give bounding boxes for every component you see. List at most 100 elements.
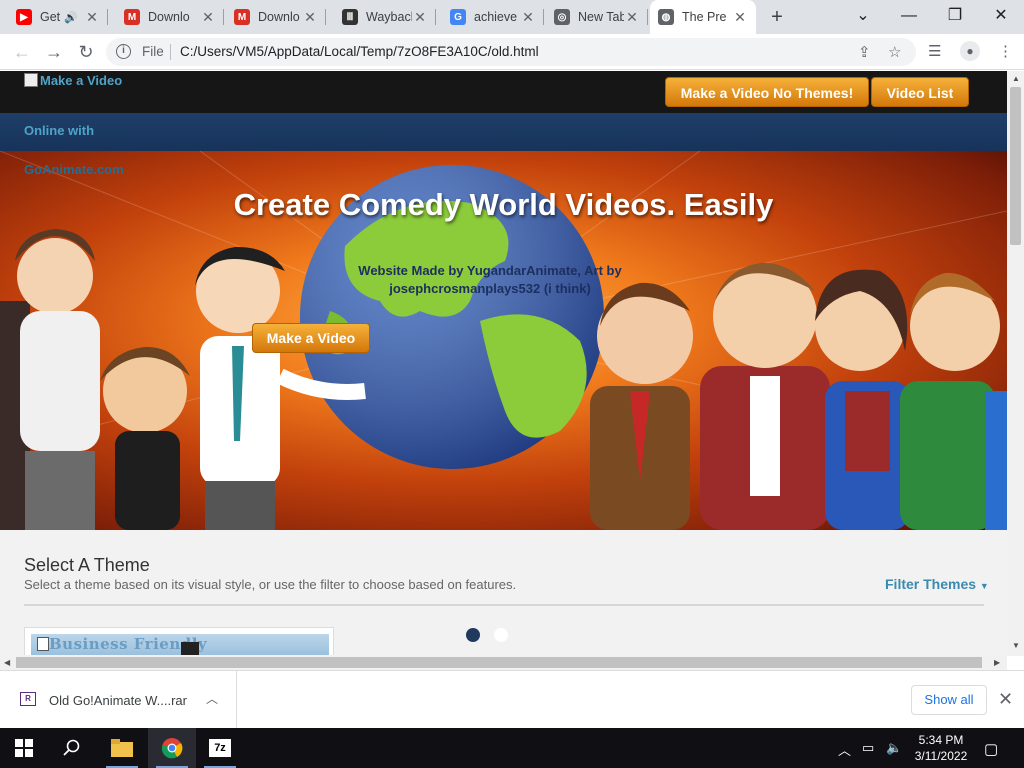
close-tab-icon[interactable]: ✕ [520,9,536,25]
url-text[interactable]: C:/Users/VM5/AppData/Local/Temp/7zO8FE3A… [180,44,539,59]
document-icon [37,637,49,651]
system-clock[interactable]: 5:34 PM 3/11/2022 [910,732,972,764]
browser-tab[interactable]: ◎ New Tab ✕ [546,0,648,34]
close-tab-icon[interactable]: ✕ [624,9,640,25]
close-tab-icon[interactable]: ✕ [302,9,318,25]
close-tab-icon[interactable]: ✕ [84,9,100,25]
site-logo[interactable]: Make a Video [24,73,122,88]
restore-button[interactable]: ❐ [932,0,978,34]
new-tab-button[interactable]: + [766,6,788,28]
page-viewport: Make a Video Make a Video No Themes! Vid… [0,71,1007,656]
browser-tab[interactable]: ◍ The Pre ✕ [650,0,756,34]
tab-title: Downlo [258,10,300,24]
tray-chevron-up-icon[interactable]: ︿ [838,740,851,759]
close-tab-icon[interactable]: ✕ [732,9,748,25]
back-button[interactable]: ← [10,40,34,64]
filter-label: Filter Themes [885,576,977,592]
speaker-icon[interactable]: 🔊 [64,11,78,24]
gmail-icon: M [234,9,250,25]
rar-file-icon: R [20,692,36,706]
scroll-up-arrow-icon[interactable]: ▲ [1012,74,1020,83]
show-all-button[interactable]: Show all [911,685,987,715]
search-button[interactable] [48,728,96,768]
address-bar[interactable]: i File C:/Users/VM5/AppData/Local/Temp/7… [106,38,916,66]
download-shelf: R Old Go!Animate W....rar ︿ Show all ✕ [0,670,1024,728]
tab-search-icon[interactable]: ⌄ [840,0,886,34]
download-file-name: Old Go!Animate W....rar [49,693,187,708]
notification-icon[interactable]: ▢ [984,740,998,758]
vertical-scroll-thumb[interactable] [1010,87,1021,245]
gmail-icon: M [124,9,140,25]
horizontal-scroll-thumb[interactable] [16,657,982,668]
theme-section: Select A Theme Select a theme based on i… [0,530,1007,656]
browser-toolbar: ← → ↻ i File C:/Users/VM5/AppData/Local/… [0,34,1024,70]
archive-icon: Ⅲ [342,9,358,25]
omnibox-divider [170,44,171,60]
carousel-dot-2[interactable] [494,628,508,642]
profile-avatar-icon[interactable]: ● [960,41,980,61]
tab-title: New Tab [578,10,624,24]
scroll-right-arrow-icon[interactable]: ▶ [994,658,1000,667]
network-icon[interactable]: ▭ [862,740,874,756]
logo-alt-text: Make a Video [40,73,123,88]
video-list-button[interactable]: Video List [871,77,969,107]
tab-title: achieve [474,10,518,24]
site-info-icon[interactable]: i [116,44,131,59]
carousel-dot-1[interactable] [466,628,480,642]
tab-title: Wayback [366,10,412,24]
browser-tab[interactable]: M Downlo ✕ [226,0,326,34]
hero-credit: Website Made by YugandarAnimate, Art by … [358,263,622,296]
horizontal-scrollbar[interactable]: ◀ ▶ [0,655,1007,670]
windows-logo-icon [15,739,33,757]
clock-date: 3/11/2022 [914,749,968,763]
subnav-label: Online with [24,123,95,138]
close-tab-icon[interactable]: ✕ [412,9,428,25]
folder-icon [111,739,133,757]
file-explorer-button[interactable] [98,728,146,768]
bookmark-star-icon[interactable]: ☆ [888,43,901,61]
7zip-taskbar-button[interactable]: 7z [196,728,244,768]
make-a-video-button[interactable]: Make a Video [252,323,370,353]
scroll-left-arrow-icon[interactable]: ◀ [4,658,10,667]
theme-card[interactable]: Business Friendly [24,627,334,656]
tab-title: Downlo [148,10,190,24]
chrome-taskbar-button[interactable] [148,728,196,768]
browser-tab[interactable]: Ⅲ Wayback ✕ [334,0,436,34]
section-title: Select A Theme [24,555,150,575]
vertical-scrollbar[interactable]: ▲ ▼ [1007,71,1024,656]
close-window-button[interactable]: ✕ [978,0,1024,34]
section-description: Select a theme based on its visual style… [24,577,517,592]
scroll-down-arrow-icon[interactable]: ▼ [1012,641,1020,650]
chrome-icon [161,738,183,759]
caret-down-icon: ▼ [979,581,989,591]
minimize-button[interactable]: — [886,0,932,34]
download-item[interactable]: R Old Go!Animate W....rar ︿ [0,671,237,728]
reading-list-icon[interactable]: ☰ [928,42,941,60]
youtube-icon: ▶ [16,9,32,25]
right-characters [590,262,1007,530]
url-scheme: File [142,44,164,59]
start-button[interactable] [0,728,48,768]
menu-kebab-icon[interactable]: ⋮ [998,42,1013,60]
chrome-icon: ◎ [554,9,570,25]
theme-thumbnail: Business Friendly [31,634,329,656]
make-video-no-themes-button[interactable]: Make a Video No Themes! [665,77,869,107]
browser-tab[interactable]: M Downlo ✕ [116,0,224,34]
google-icon: G [450,9,466,25]
share-icon[interactable]: ⇪ [858,43,871,61]
close-shelf-icon[interactable]: ✕ [998,689,1013,710]
close-tab-icon[interactable]: ✕ [200,9,216,25]
section-divider [24,604,984,606]
forward-button[interactable]: → [42,40,66,64]
hero-title: Create Comedy World Videos. Easily [233,187,774,222]
tab-title: Get [40,10,61,24]
hero-banner: GoAnimate.com Create Comedy World Videos… [0,151,1007,530]
tab-strip: ▶ Get 🔊 ✕ M Downlo ✕ M Downlo ✕ Ⅲ Wayback ✕ Gachieve ✕… [0,0,1024,34]
reload-button[interactable]: ↻ [74,40,98,64]
volume-icon[interactable]: 🔈 [886,740,902,756]
browser-tab[interactable]: Gachieve ✕ [442,0,544,34]
broken-image-icon [24,73,38,87]
chevron-up-icon[interactable]: ︿ [206,690,218,707]
browser-tab[interactable]: ▶ Get 🔊 ✕ [8,0,108,34]
filter-themes-dropdown[interactable]: Filter Themes ▼ [885,576,989,592]
